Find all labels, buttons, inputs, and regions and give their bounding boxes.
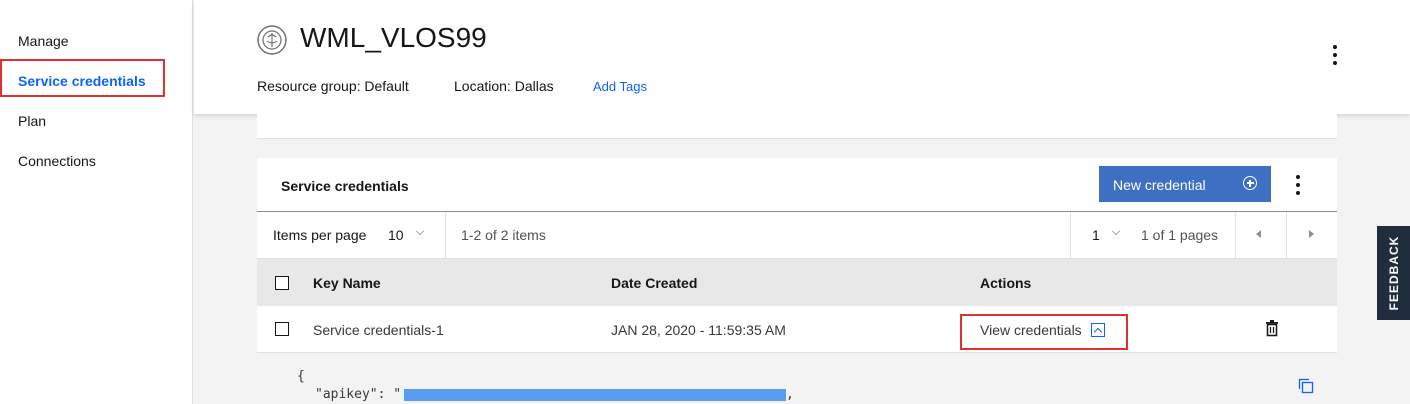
sidebar-item-manage[interactable]: Manage: [18, 33, 69, 49]
brain-icon: [257, 25, 287, 55]
new-credential-button[interactable]: New credential: [1099, 166, 1271, 202]
divider: [1070, 212, 1071, 259]
divider: [445, 212, 446, 259]
caret-left-icon[interactable]: [1256, 230, 1261, 238]
feedback-label: FEEDBACK: [1386, 235, 1401, 311]
sidebar-item-connections[interactable]: Connections: [18, 153, 96, 169]
page-select[interactable]: 1: [1092, 227, 1100, 243]
table-header: Key Name Date Created Actions: [257, 259, 1337, 306]
items-range: 1-2 of 2 items: [461, 227, 546, 243]
divider: [1235, 212, 1236, 259]
json-comma: ,: [786, 387, 794, 402]
items-per-page-select[interactable]: 10: [388, 227, 404, 243]
select-all-checkbox[interactable]: [275, 276, 289, 290]
add-circle-icon: [1243, 176, 1257, 190]
date-created-cell: JAN 28, 2020 - 11:59:35 AM: [611, 322, 786, 338]
pages-count: 1 of 1 pages: [1141, 227, 1219, 243]
credentials-panel: Service credentials New credential Items…: [257, 158, 1337, 404]
trash-icon[interactable]: [1264, 320, 1280, 338]
chevron-up-icon[interactable]: [1091, 323, 1105, 337]
column-date-created[interactable]: Date Created: [611, 275, 697, 291]
highlight-box: View credentials: [960, 314, 1128, 350]
sidebar: Manage Service credentials Plan Connecti…: [0, 0, 193, 404]
divider: [1286, 212, 1287, 259]
credentials-json: { "apikey": " ,: [257, 353, 1337, 404]
caret-right-icon[interactable]: [1309, 230, 1314, 238]
column-actions: Actions: [980, 275, 1032, 291]
new-credential-label: New credential: [1113, 177, 1206, 193]
feedback-tab[interactable]: FEEDBACK: [1377, 226, 1410, 320]
panel-overflow-menu-icon[interactable]: [1295, 175, 1301, 199]
chevron-down-icon[interactable]: ⌵: [416, 226, 424, 239]
sidebar-item-plan[interactable]: Plan: [18, 113, 46, 129]
overflow-menu-icon[interactable]: [1332, 45, 1338, 69]
page-title: WML_VLOS99: [300, 22, 487, 53]
table-row: Service credentials-1 JAN 28, 2020 - 11:…: [257, 306, 1337, 353]
json-open-brace: {: [297, 369, 305, 384]
details-strip: [257, 114, 1337, 139]
resource-header: WML_VLOS99 Resource group: Default Locat…: [194, 0, 1410, 114]
redacted-value: [404, 389, 786, 401]
items-per-page-label: Items per page: [273, 227, 367, 243]
copy-icon[interactable]: [1298, 378, 1314, 394]
key-name-cell: Service credentials-1: [313, 322, 444, 338]
location: Location: Dallas: [454, 78, 554, 94]
row-checkbox[interactable]: [275, 322, 289, 336]
pagination: Items per page 10 ⌵ 1-2 of 2 items 1 ⌵ 1…: [257, 211, 1337, 259]
view-credentials-link[interactable]: View credentials: [980, 322, 1082, 338]
json-apikey-key: "apikey": ": [315, 387, 402, 402]
resource-group: Resource group: Default: [257, 78, 409, 94]
add-tags-link[interactable]: Add Tags: [593, 79, 647, 94]
sidebar-item-service-credentials[interactable]: Service credentials: [18, 73, 146, 89]
chevron-down-icon[interactable]: ⌵: [1112, 226, 1120, 239]
panel-title: Service credentials: [281, 178, 409, 194]
column-key-name[interactable]: Key Name: [313, 275, 381, 291]
